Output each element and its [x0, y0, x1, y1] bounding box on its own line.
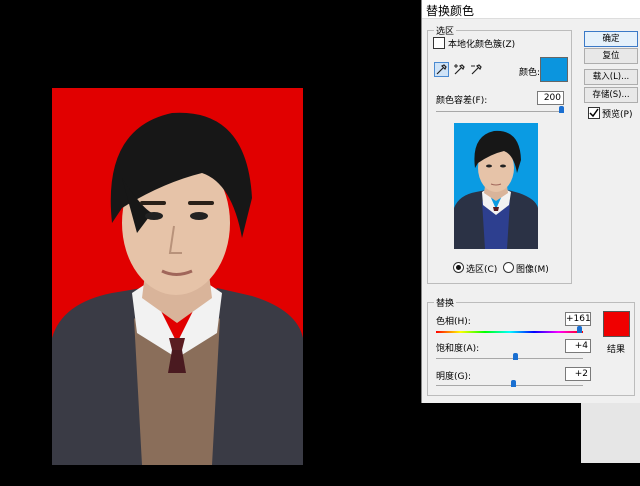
localized-clusters-label: 本地化颜色簇(Z)	[448, 40, 516, 50]
radio-dot	[456, 265, 461, 270]
selection-radio[interactable]	[453, 262, 464, 273]
selection-color-swatch[interactable]	[540, 57, 568, 82]
lightness-label: 明度(G):	[436, 372, 472, 382]
saturation-slider-track[interactable]	[436, 358, 583, 359]
image-radio[interactable]	[503, 262, 514, 273]
result-color-swatch[interactable]	[603, 311, 630, 337]
lightness-input[interactable]: +2	[565, 367, 591, 381]
eyedropper-plus-icon	[454, 64, 465, 75]
selection-legend: 选区	[436, 27, 455, 37]
lightness-slider-thumb[interactable]	[511, 380, 516, 387]
hue-slider-track[interactable]	[436, 331, 583, 333]
preview-portrait-image	[454, 123, 538, 249]
image-radio-label: 图像(M)	[516, 265, 549, 275]
color-label: 颜色:	[519, 68, 541, 78]
hue-input[interactable]: +161	[565, 312, 591, 326]
eyedropper-plus-tool-button[interactable]	[453, 63, 466, 76]
fuzziness-slider-track[interactable]	[436, 111, 564, 112]
save-button[interactable]: 存储(S)...	[584, 87, 638, 103]
checkmark-icon	[589, 108, 599, 118]
background-panel	[581, 403, 640, 463]
preview-label: 预览(P)	[602, 110, 633, 120]
localized-clusters-checkbox[interactable]	[433, 37, 445, 49]
dialog-title-bar[interactable]: 替换颜色	[422, 0, 640, 19]
selection-radio-label: 选区(C)	[466, 265, 498, 275]
lightness-slider-track[interactable]	[436, 385, 583, 386]
eyedropper-minus-icon	[471, 64, 482, 75]
saturation-slider-thumb[interactable]	[513, 353, 518, 360]
selection-preview	[454, 123, 538, 249]
portrait-image	[52, 88, 303, 465]
dialog-title: 替换颜色	[426, 4, 475, 18]
load-button[interactable]: 载入(L)...	[584, 69, 638, 85]
result-label: 结果	[607, 345, 626, 355]
eyedropper-icon	[436, 64, 447, 75]
fuzziness-input[interactable]: 200	[537, 91, 564, 105]
preview-checkbox[interactable]	[588, 107, 600, 119]
hue-slider-thumb[interactable]	[577, 326, 582, 333]
replacement-legend: 替换	[436, 299, 455, 309]
eyedropper-tool-button[interactable]	[434, 62, 449, 77]
eyedropper-minus-tool-button[interactable]	[470, 63, 483, 76]
fuzziness-slider-thumb[interactable]	[559, 106, 564, 113]
hue-label: 色相(H):	[436, 317, 471, 327]
fuzziness-label: 颜色容差(F):	[436, 96, 488, 106]
reset-button[interactable]: 复位	[584, 48, 638, 64]
ok-button[interactable]: 确定	[584, 31, 638, 47]
saturation-input[interactable]: +4	[565, 339, 591, 353]
photo-canvas[interactable]	[52, 88, 303, 465]
saturation-label: 饱和度(A):	[436, 344, 480, 354]
